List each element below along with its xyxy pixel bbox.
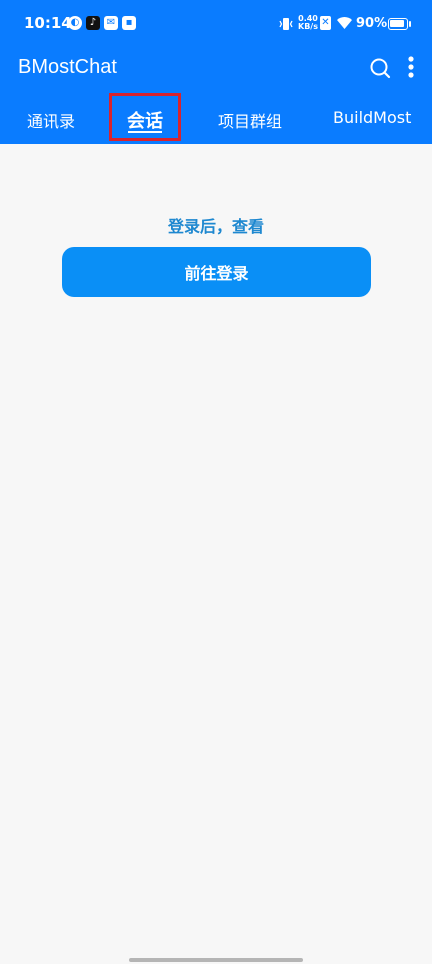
tab-buildmost[interactable]: BuildMost	[333, 108, 411, 127]
more-vertical-icon	[408, 56, 414, 78]
wifi-icon	[337, 17, 352, 29]
battery-percentage: 90%	[356, 16, 388, 31]
battery-fill	[390, 20, 404, 27]
status-time: 10:14	[24, 14, 72, 32]
mail-icon: ✉	[104, 16, 118, 30]
search-icon	[370, 58, 391, 79]
no-sim-icon: ✕	[320, 16, 331, 30]
go-login-button[interactable]: 前往登录	[62, 247, 371, 297]
home-indicator[interactable]	[129, 958, 303, 962]
status-bar: 10:14 ◐ ♪ ✉ ▪ 0.40 KB/s ✕ 90%	[0, 0, 432, 50]
more-options-button[interactable]	[402, 54, 420, 82]
battery-tip	[409, 21, 411, 27]
battery-icon	[388, 18, 408, 30]
sync-icon: ◐	[68, 16, 82, 30]
login-hint: 登录后，查看	[167, 217, 264, 236]
app-header: 10:14 ◐ ♪ ✉ ▪ 0.40 KB/s ✕ 90% BMostChat	[0, 0, 432, 144]
tab-contacts[interactable]: 通讯录	[27, 108, 75, 132]
search-button[interactable]	[368, 56, 394, 82]
message-icon: ▪	[122, 16, 136, 30]
highlight-box	[109, 93, 181, 141]
tiktok-icon: ♪	[86, 16, 100, 30]
app-title: BMostChat	[18, 56, 117, 78]
tab-project-groups[interactable]: 项目群组	[218, 108, 282, 132]
network-speed: 0.40 KB/s	[298, 14, 318, 31]
vibrate-icon	[279, 18, 293, 30]
